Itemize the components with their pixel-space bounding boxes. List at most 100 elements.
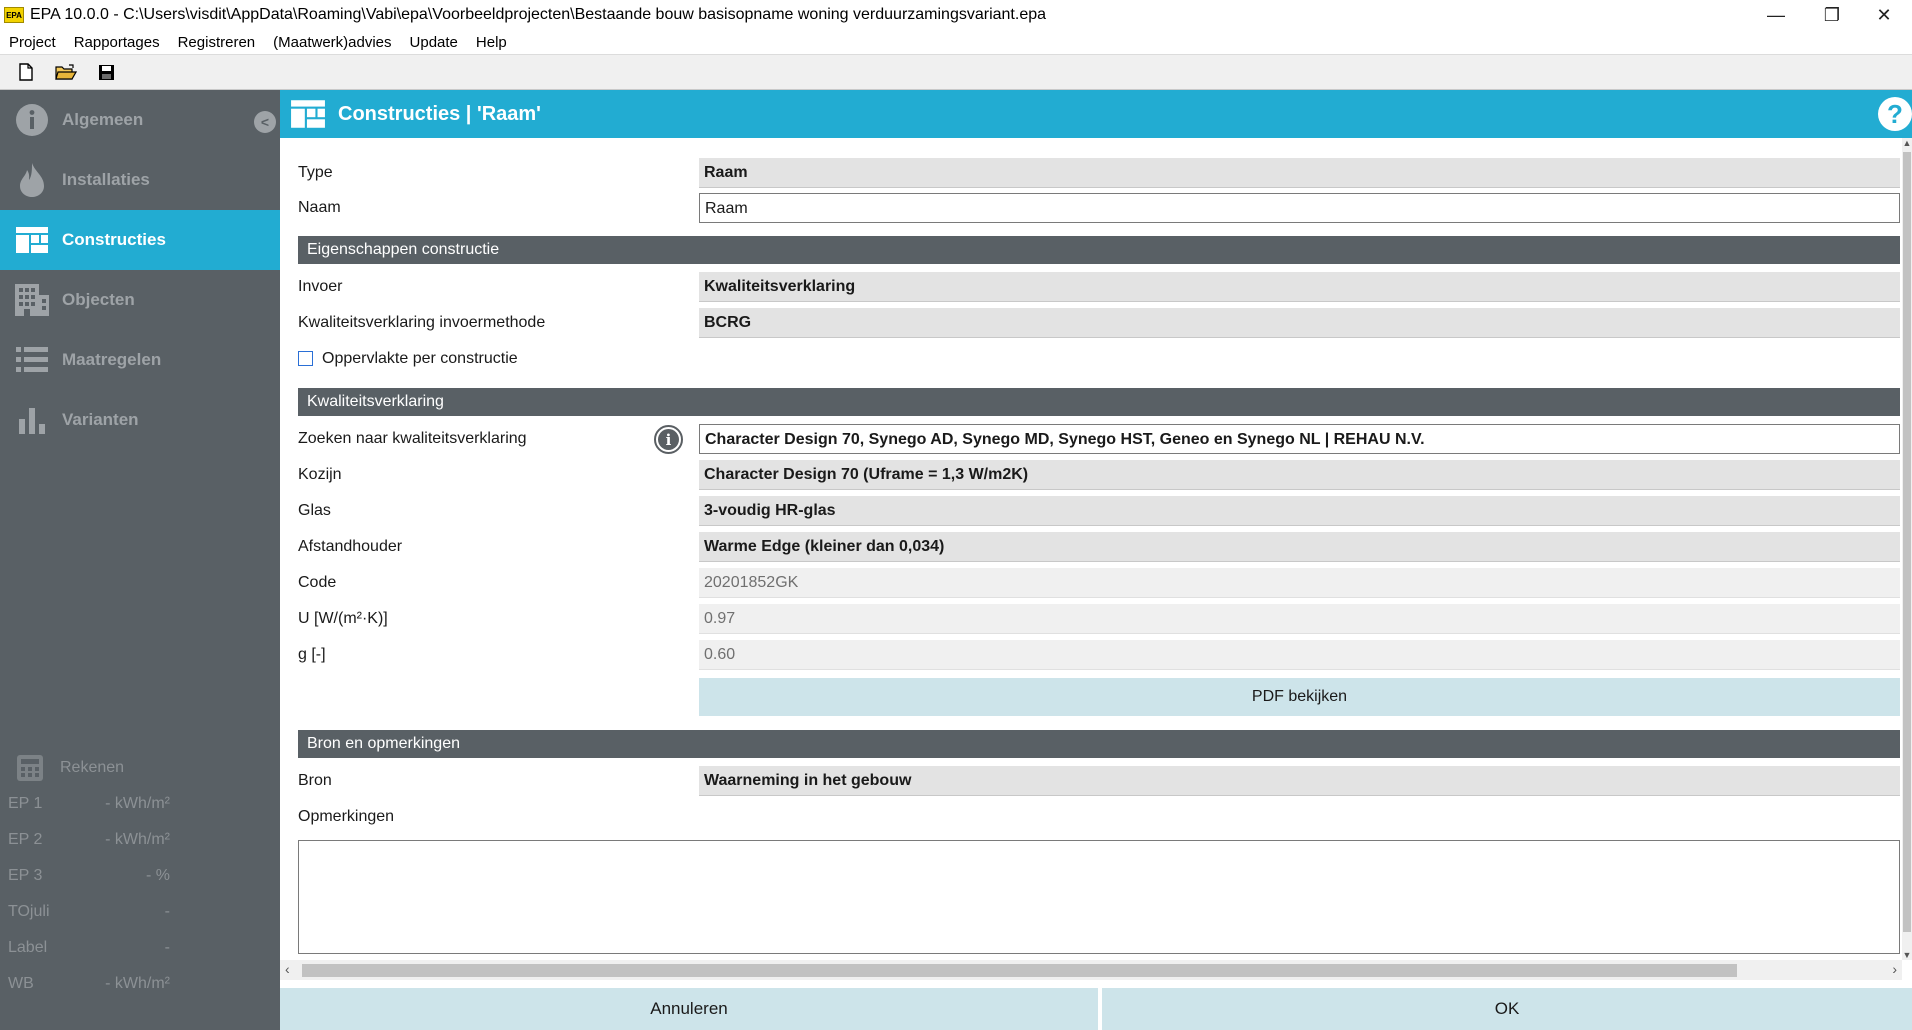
scroll-down-icon[interactable]: ▼ (1902, 950, 1912, 960)
kozijn-row: Kozijn Character Design 70 (Uframe = 1,3… (298, 460, 1900, 492)
result-value: - kWh/m² (105, 831, 170, 848)
open-file-button[interactable] (52, 59, 80, 85)
opmerkingen-label: Opmerkingen (298, 808, 395, 825)
result-key: EP 3 (8, 867, 43, 884)
sidebar-item-objecten[interactable]: Objecten (0, 270, 280, 330)
u-value-label: U [W/(m²·K)] (298, 610, 388, 627)
result-label: Label - (0, 930, 280, 966)
menu-bar: Project Rapportages Registreren (Maatwer… (0, 30, 1912, 54)
scroll-left-icon[interactable]: ‹ (285, 961, 290, 977)
calculator-icon (14, 752, 46, 784)
oppervlakte-checkbox[interactable] (298, 351, 313, 366)
dialog-footer: Annuleren OK (280, 988, 1912, 1030)
result-value: - kWh/m² (105, 795, 170, 812)
collapse-sidebar-button[interactable]: < (254, 111, 276, 133)
ok-button[interactable]: OK (1102, 988, 1912, 1030)
sidebar-item-label: Algemeen (62, 110, 144, 129)
invoermethode-row: Kwaliteitsverklaring invoermethode BCRG (298, 308, 1900, 340)
result-key: Label (8, 939, 48, 956)
result-value: - kWh/m² (105, 975, 170, 992)
result-value: - (164, 903, 170, 920)
help-button[interactable]: ? (1878, 97, 1912, 131)
minimize-button[interactable]: — (1748, 0, 1804, 30)
construction-form: Type Raam Naam Raam Eigenschappen constr… (280, 138, 1902, 960)
scroll-right-icon[interactable]: › (1892, 961, 1897, 977)
page-header: Constructies | 'Raam' ? (280, 90, 1912, 138)
menu-rapportages[interactable]: Rapportages (65, 34, 169, 51)
menu-update[interactable]: Update (401, 34, 467, 51)
result-value: - (164, 939, 170, 956)
invoer-label: Invoer (298, 278, 343, 295)
calculate-label: Rekenen (60, 759, 125, 776)
new-file-button[interactable] (12, 59, 40, 85)
toolbar (0, 54, 1912, 90)
type-row: Type Raam (298, 158, 1900, 190)
section-kwaliteitsverklaring: Kwaliteitsverklaring (298, 388, 1900, 416)
section-eigenschappen: Eigenschappen constructie (298, 236, 1900, 264)
menu-project[interactable]: Project (0, 34, 65, 51)
sidebar-item-varianten[interactable]: Varianten (0, 390, 280, 450)
sidebar-item-label: Maatregelen (62, 350, 162, 369)
code-label: Code (298, 574, 337, 591)
sidebar-item-installaties[interactable]: Installaties (0, 150, 280, 210)
code-row: Code 20201852GK (298, 568, 1900, 600)
kozijn-select[interactable]: Character Design 70 (Uframe = 1,3 W/m2K) (699, 460, 1900, 490)
vertical-scrollbar[interactable]: ▲ ▼ (1902, 138, 1912, 960)
invoermethode-select[interactable]: BCRG (699, 308, 1900, 338)
scroll-up-icon[interactable]: ▲ (1902, 138, 1912, 148)
sidebar-item-label: Varianten (62, 410, 139, 429)
result-key: EP 2 (8, 831, 43, 848)
bron-row: Bron Waarneming in het gebouw (298, 766, 1900, 798)
constructions-icon (14, 222, 50, 258)
info-glyph: i (658, 429, 679, 450)
type-field: Raam (699, 158, 1900, 188)
calculation-panel: Rekenen EP 1 - kWh/m² EP 2 - kWh/m² EP 3… (0, 750, 280, 1002)
result-ep1: EP 1 - kWh/m² (0, 786, 280, 822)
result-value: - % (146, 867, 170, 884)
sidebar-item-constructies[interactable]: Constructies (0, 210, 280, 270)
menu-maatwerkadvies[interactable]: (Maatwerk)advies (264, 34, 400, 51)
code-field: 20201852GK (699, 568, 1900, 598)
flame-icon (14, 162, 50, 198)
naam-row: Naam Raam (298, 193, 1900, 225)
glas-select[interactable]: 3-voudig HR-glas (699, 496, 1900, 526)
horizontal-scroll-thumb[interactable] (302, 964, 1737, 977)
horizontal-scrollbar[interactable]: ‹ › (280, 960, 1902, 980)
u-value-field: 0.97 (699, 604, 1900, 634)
invoer-select[interactable]: Kwaliteitsverklaring (699, 272, 1900, 302)
sidebar-item-label: Objecten (62, 290, 135, 309)
sidebar-item-maatregelen[interactable]: Maatregelen (0, 330, 280, 390)
save-file-button[interactable] (92, 59, 120, 85)
maximize-button[interactable]: ❐ (1804, 0, 1860, 30)
afstandhouder-select[interactable]: Warme Edge (kleiner dan 0,034) (699, 532, 1900, 562)
section-bron: Bron en opmerkingen (298, 730, 1900, 758)
glas-row: Glas 3-voudig HR-glas (298, 496, 1900, 528)
constructions-icon (291, 100, 325, 128)
new-file-icon (19, 63, 33, 81)
result-ep3: EP 3 - % (0, 858, 280, 894)
menu-help[interactable]: Help (467, 34, 516, 51)
bron-select[interactable]: Waarneming in het gebouw (699, 766, 1900, 796)
naam-input[interactable]: Raam (699, 193, 1900, 223)
vertical-scroll-thumb[interactable] (1903, 152, 1911, 932)
cancel-button[interactable]: Annuleren (280, 988, 1098, 1030)
result-key: WB (8, 975, 34, 992)
result-key: EP 1 (8, 795, 43, 812)
afstandhouder-label: Afstandhouder (298, 538, 403, 555)
info-icon[interactable]: i (654, 425, 683, 454)
result-wb: WB - kWh/m² (0, 966, 280, 1002)
pdf-view-button[interactable]: PDF bekijken (699, 678, 1900, 716)
menu-registreren[interactable]: Registreren (169, 34, 265, 51)
opmerkingen-textarea[interactable] (298, 840, 1900, 954)
calculate-button[interactable]: Rekenen (0, 750, 280, 786)
g-value-row: g [-] 0.60 (298, 640, 1900, 672)
bar-chart-icon (14, 402, 50, 438)
close-window-button[interactable]: ✕ (1856, 0, 1912, 30)
result-tojuli: TOjuli - (0, 894, 280, 930)
window-title: EPA 10.0.0 - C:\Users\visdit\AppData\Roa… (30, 6, 1047, 23)
zoeken-input[interactable]: Character Design 70, Synego AD, Synego M… (699, 424, 1900, 454)
invoer-row: Invoer Kwaliteitsverklaring (298, 272, 1900, 304)
sidebar-item-algemeen[interactable]: Algemeen < (0, 90, 280, 150)
oppervlakte-label: Oppervlakte per constructie (322, 350, 518, 367)
open-folder-icon (55, 64, 77, 80)
